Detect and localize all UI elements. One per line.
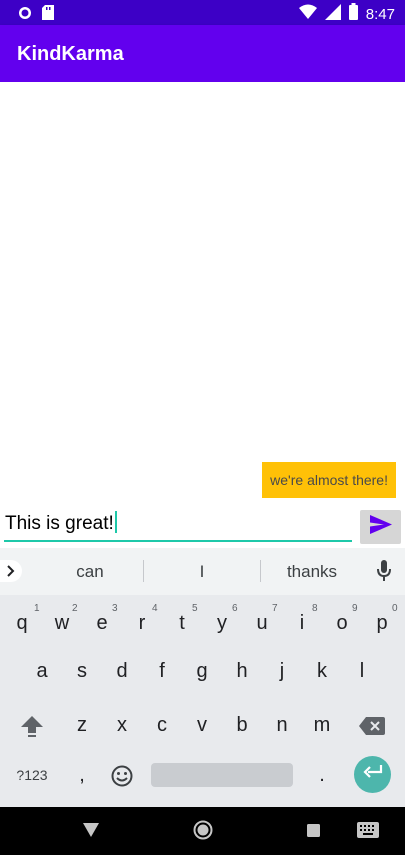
- key-a[interactable]: a: [22, 648, 62, 694]
- keyboard-switch-icon[interactable]: [357, 822, 379, 843]
- status-bar: 8:47: [0, 0, 405, 25]
- key-hint: 4: [152, 603, 158, 614]
- backspace-icon: [359, 714, 385, 736]
- suggestion-strip: can I thanks: [0, 548, 405, 595]
- key-hint: 7: [272, 603, 278, 614]
- suggestion-thanks[interactable]: thanks: [272, 562, 352, 582]
- shift-key[interactable]: [12, 702, 52, 748]
- microphone-icon[interactable]: [376, 560, 392, 587]
- key-hint: 1: [34, 603, 40, 614]
- key-d[interactable]: d: [102, 648, 142, 694]
- home-icon[interactable]: [193, 820, 213, 845]
- enter-icon: [362, 765, 383, 784]
- shift-icon: [20, 714, 44, 737]
- back-icon[interactable]: [83, 823, 99, 842]
- key-v[interactable]: v: [182, 702, 222, 748]
- key-hint: 0: [392, 603, 398, 614]
- wifi-icon: [298, 4, 317, 24]
- key-l[interactable]: l: [342, 648, 382, 694]
- key-hint: 9: [352, 603, 358, 614]
- symbols-key[interactable]: ?123: [12, 752, 52, 798]
- key-f[interactable]: f: [142, 648, 182, 694]
- chat-message-list[interactable]: we're almost there!: [0, 82, 405, 502]
- key-h[interactable]: h: [222, 648, 262, 694]
- signal-icon: [324, 3, 341, 25]
- key-k[interactable]: k: [302, 648, 342, 694]
- status-right: 8:47: [298, 3, 395, 25]
- battery-icon: [348, 3, 358, 25]
- message-bubble[interactable]: we're almost there!: [262, 462, 396, 498]
- backspace-key[interactable]: [352, 702, 392, 748]
- status-left: [18, 5, 54, 25]
- circle-icon: [18, 6, 32, 25]
- key-j[interactable]: j: [262, 648, 302, 694]
- app-title: KindKarma: [17, 43, 124, 65]
- key-x[interactable]: x: [102, 702, 142, 748]
- period-key[interactable]: .: [302, 752, 342, 798]
- key-s[interactable]: s: [62, 648, 102, 694]
- key-hint: 8: [312, 603, 318, 614]
- suggestion-i[interactable]: I: [162, 562, 242, 582]
- send-button[interactable]: [360, 510, 401, 544]
- key-g[interactable]: g: [182, 648, 222, 694]
- key-hint: 3: [112, 603, 118, 614]
- soft-keyboard: can I thanks q w e r t y u i o p 1 2 3 4…: [0, 548, 405, 807]
- enter-key[interactable]: [354, 756, 391, 793]
- suggestion-divider: [260, 560, 261, 582]
- message-input[interactable]: This is great!: [4, 506, 352, 542]
- chevron-right-icon[interactable]: [0, 560, 22, 582]
- key-c[interactable]: c: [142, 702, 182, 748]
- suggestion-can[interactable]: can: [50, 562, 130, 582]
- send-icon: [369, 515, 392, 539]
- app-bar: KindKarma: [0, 25, 405, 82]
- recents-icon[interactable]: [307, 824, 320, 842]
- key-n[interactable]: n: [262, 702, 302, 748]
- sd-card-icon: [42, 5, 54, 25]
- key-z[interactable]: z: [62, 702, 102, 748]
- key-m[interactable]: m: [302, 702, 342, 748]
- status-time: 8:47: [365, 5, 395, 23]
- key-hint: 6: [232, 603, 238, 614]
- navigation-bar: [0, 807, 405, 855]
- key-b[interactable]: b: [222, 702, 262, 748]
- key-hint: 2: [72, 603, 78, 614]
- suggestion-divider: [143, 560, 144, 582]
- comma-key[interactable]: ,: [62, 752, 102, 798]
- message-input-value: This is great!: [5, 513, 114, 534]
- key-hint: 5: [192, 603, 198, 614]
- emoji-icon: [111, 764, 133, 787]
- text-caret: [114, 511, 117, 533]
- message-composer: This is great!: [0, 502, 405, 548]
- space-key[interactable]: [151, 763, 293, 787]
- emoji-key[interactable]: [102, 752, 142, 798]
